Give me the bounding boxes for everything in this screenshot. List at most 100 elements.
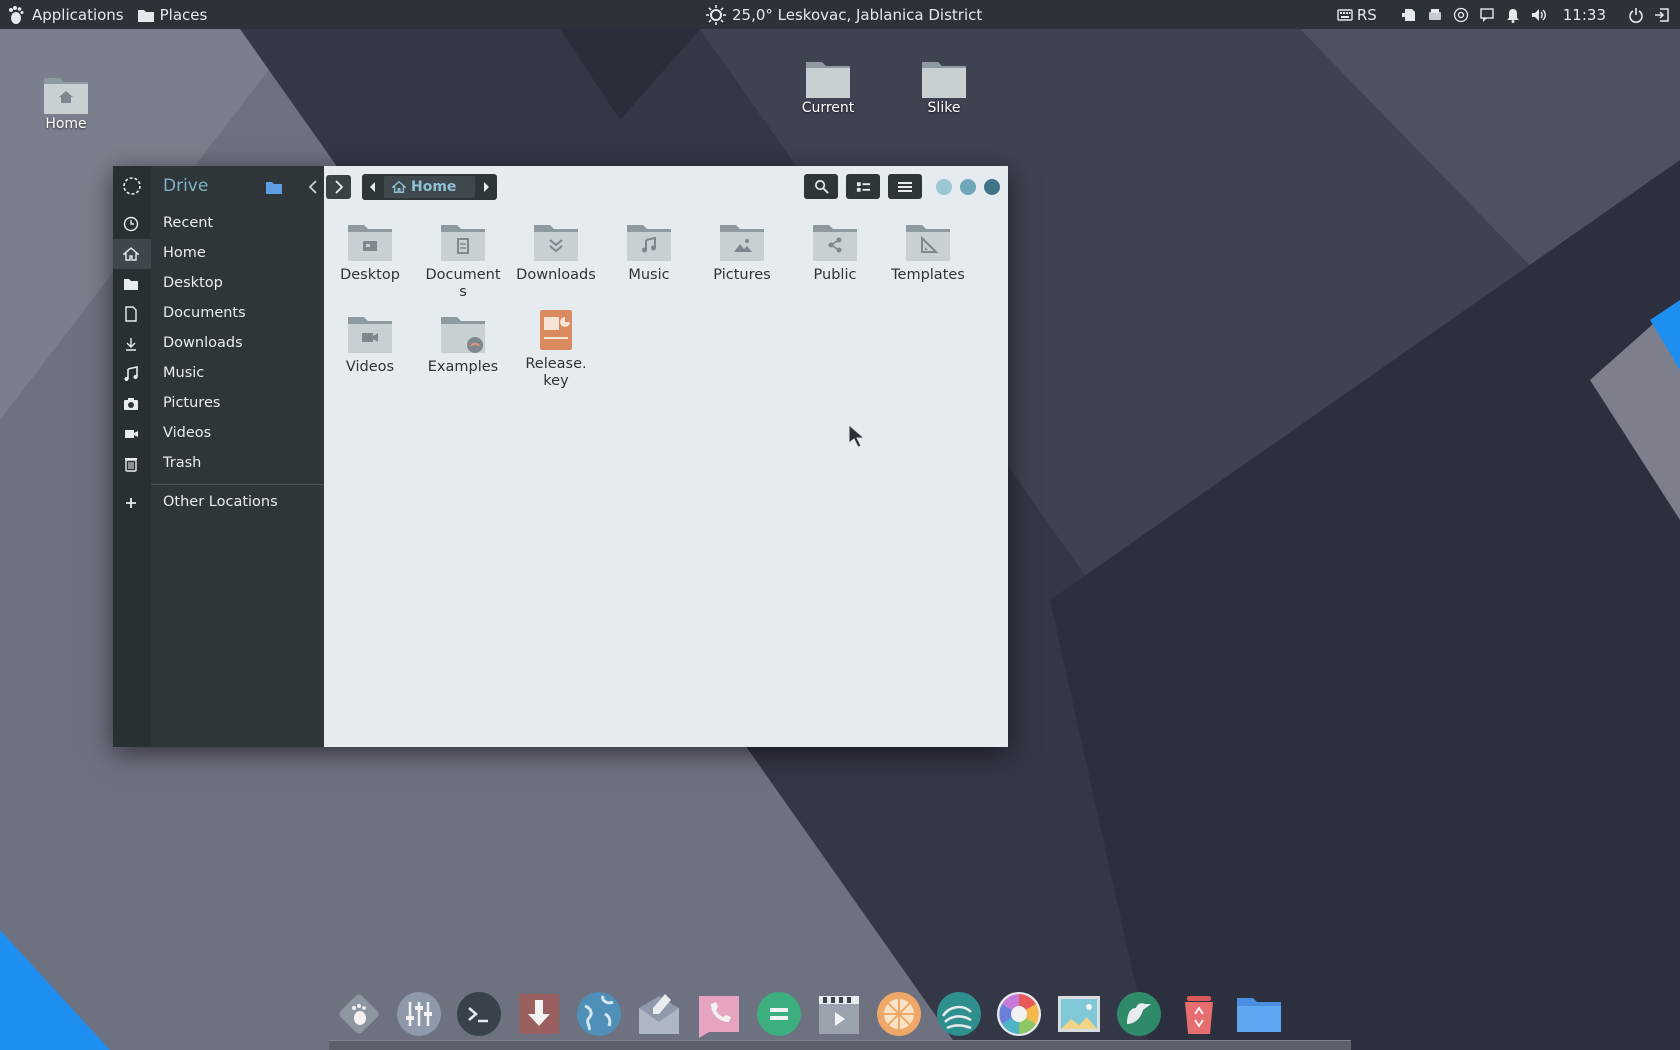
home-folder-icon <box>44 78 88 114</box>
file-manager-window: Drive Recent Home Desktop Documents Down… <box>113 166 1008 747</box>
dock-shelf <box>329 1040 1351 1050</box>
desktop-icon-label: Current <box>801 100 855 116</box>
home-icon <box>392 180 406 193</box>
terminal-icon[interactable] <box>455 990 503 1038</box>
citrus-icon[interactable] <box>875 990 923 1038</box>
forward-button[interactable] <box>326 175 351 199</box>
file-item-desktop[interactable]: Desktop <box>324 223 416 284</box>
presentation-file-icon <box>540 310 572 350</box>
bird-icon[interactable] <box>1115 990 1163 1038</box>
plus-icon <box>123 495 139 511</box>
folder-icon <box>922 62 966 98</box>
weather-indicator[interactable]: 25,0° Leskovac, Jablanica District <box>706 0 982 29</box>
folder-examples-icon <box>441 317 485 353</box>
path-segment-home[interactable]: Home <box>384 176 475 198</box>
sidebar-item-videos[interactable]: Videos <box>113 419 324 449</box>
sidebar-item-downloads[interactable]: Downloads <box>113 329 324 359</box>
sidebar-item-other-locations[interactable]: Other Locations <box>113 488 324 518</box>
recycle-bin-icon[interactable] <box>1175 990 1223 1038</box>
path-scroll-right-button[interactable] <box>475 174 497 200</box>
wave-icon[interactable] <box>935 990 983 1038</box>
list-view-icon <box>856 180 871 194</box>
search-button[interactable] <box>804 174 838 199</box>
sidebar-item-documents[interactable]: Documents <box>113 299 324 329</box>
sidebar-header-label: Drive <box>163 176 209 196</box>
sidebar-item-trash[interactable]: Trash <box>113 449 324 479</box>
applications-menu[interactable]: Applications <box>0 0 138 29</box>
desktop-icon-slike[interactable]: Slike <box>899 58 989 116</box>
keyboard-layout-label: RS <box>1356 5 1377 24</box>
color-wheel-icon[interactable] <box>995 990 1043 1038</box>
download-manager-icon[interactable] <box>515 990 563 1038</box>
drive-icon <box>122 176 142 200</box>
folder-downloads-icon <box>534 225 578 261</box>
maximize-button[interactable] <box>960 179 976 195</box>
download-icon <box>123 336 139 352</box>
back-button[interactable] <box>300 175 325 199</box>
search-icon <box>814 179 829 194</box>
file-item-release-key[interactable]: Release. key <box>510 308 602 390</box>
path-scroll-left-button[interactable] <box>362 174 384 200</box>
top-panel: Applications Places 25,0° Leskovac, Jabl… <box>0 0 1680 29</box>
desktop-icon-current[interactable]: Current <box>783 58 873 116</box>
mail-icon[interactable] <box>635 990 683 1038</box>
places-menu[interactable]: Places <box>137 0 218 29</box>
applications-label: Applications <box>32 5 124 24</box>
at-sign-icon[interactable] <box>1453 7 1469 23</box>
video-icon <box>123 426 139 442</box>
keyboard-layout-indicator[interactable]: RS <box>1337 0 1377 29</box>
hamburger-icon <box>898 181 912 193</box>
sidebar-item-pictures[interactable]: Pictures <box>113 389 324 419</box>
gnome-foot-icon <box>6 5 26 25</box>
file-item-examples[interactable]: Examples <box>417 315 509 376</box>
file-label: Music <box>628 267 670 283</box>
file-item-templates[interactable]: Templates <box>882 223 974 284</box>
sidebar-item-recent[interactable]: Recent <box>113 209 324 239</box>
folder-icon <box>806 62 850 98</box>
desktop-icon-home[interactable]: Home <box>21 74 111 132</box>
power-icon[interactable] <box>1628 7 1644 23</box>
sidebar-item-home[interactable]: Home <box>113 239 324 269</box>
gnome-foot-icon[interactable] <box>335 990 383 1038</box>
sidebar-item-desktop[interactable]: Desktop <box>113 269 324 299</box>
video-editor-icon[interactable] <box>815 990 863 1038</box>
clock-icon <box>123 216 139 232</box>
folder-public-icon <box>813 225 857 261</box>
bell-icon[interactable] <box>1505 7 1521 23</box>
file-label: Pictures <box>713 267 771 283</box>
places-label: Places <box>159 5 208 24</box>
folder-documents-icon <box>441 225 485 261</box>
file-item-pictures[interactable]: Pictures <box>696 223 788 284</box>
file-item-videos[interactable]: Videos <box>324 315 416 376</box>
globe-icon[interactable] <box>575 990 623 1038</box>
view-toggle-button[interactable] <box>846 174 880 199</box>
file-item-downloads[interactable]: Downloads <box>510 223 602 284</box>
mixer-icon[interactable] <box>395 990 443 1038</box>
power-plug-icon[interactable] <box>1401 7 1417 23</box>
dock <box>325 982 1351 1050</box>
image-viewer-icon[interactable] <box>1055 990 1103 1038</box>
trash-icon <box>123 456 139 472</box>
files-folder-icon[interactable] <box>1235 990 1283 1038</box>
new-folder-icon[interactable] <box>266 179 282 198</box>
close-button[interactable] <box>984 179 1000 195</box>
file-label: Desktop <box>340 267 400 283</box>
logout-icon[interactable] <box>1654 7 1670 23</box>
file-item-public[interactable]: Public <box>789 223 881 284</box>
file-item-music[interactable]: Music <box>603 223 695 284</box>
calculator-icon[interactable] <box>755 990 803 1038</box>
sidebar-item-music[interactable]: Music <box>113 359 324 389</box>
clock[interactable]: 11:33 <box>1563 6 1606 24</box>
menu-button[interactable] <box>888 174 922 199</box>
minimize-button[interactable] <box>936 179 952 195</box>
music-note-icon <box>123 366 139 382</box>
path-segment-label: Home <box>411 179 457 195</box>
chat-icon[interactable] <box>1479 7 1495 23</box>
volume-icon[interactable] <box>1531 7 1547 23</box>
printer-icon[interactable] <box>1427 7 1443 23</box>
file-label: Videos <box>345 359 395 375</box>
file-item-documents[interactable]: Documents <box>417 223 509 301</box>
phone-icon[interactable] <box>695 990 743 1038</box>
file-label: Templates <box>891 267 965 283</box>
file-view[interactable]: Desktop Documents Downloads Music Pictur… <box>324 166 1008 747</box>
